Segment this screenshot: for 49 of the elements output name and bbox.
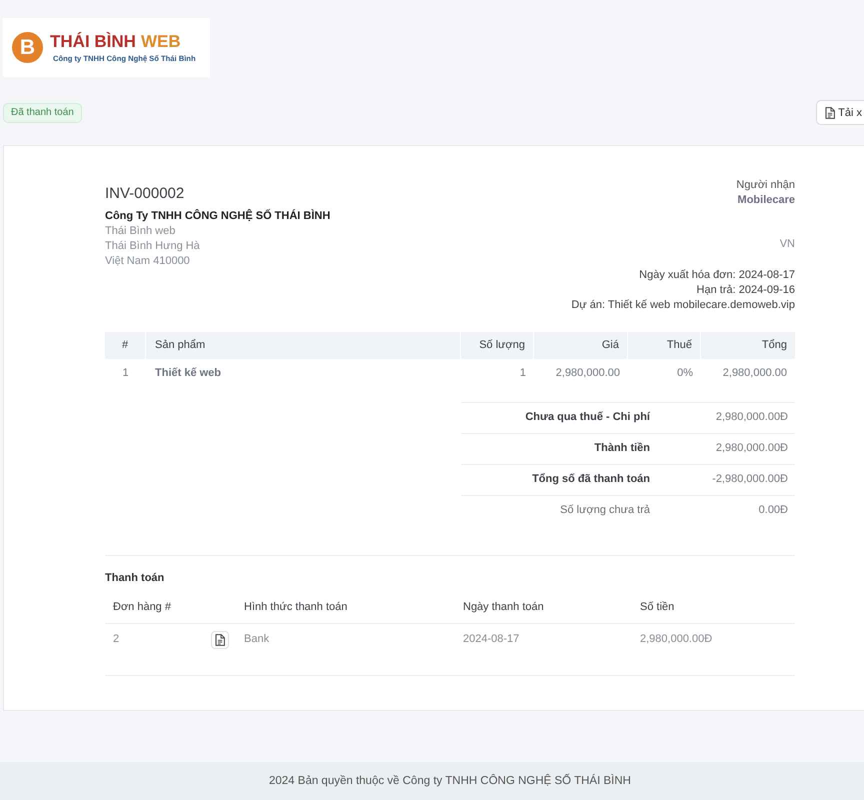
- logo-title: THÁI BÌNH: [50, 32, 136, 50]
- table-cell-text: 2,980,000.00: [554, 366, 621, 380]
- table-header-cell: Giá: [534, 332, 628, 358]
- address-line: Thái Bình Hưng Hà: [105, 239, 201, 254]
- table-cell-text: 2024-08-17: [462, 632, 520, 647]
- table-cell-text: Bank: [243, 632, 270, 647]
- table-cell-text: 1: [518, 366, 527, 380]
- table-cell-text: 0%: [676, 366, 694, 380]
- paid-status-badge: Đã thanh toán: [3, 102, 82, 122]
- table-header-cell-text: Ngày thanh toán: [462, 600, 545, 614]
- totals-label: Chưa qua thuế - Chi phí: [524, 410, 652, 425]
- document-button[interactable]: [211, 630, 229, 648]
- logo-mark: B: [12, 32, 43, 63]
- logo-title-accent: WEB: [140, 32, 181, 50]
- table-header-cell-text: Hình thức thanh toán: [243, 600, 348, 614]
- totals-value: 0.00Đ: [758, 503, 789, 518]
- table-header-cell: Sản phẩm: [146, 332, 461, 358]
- invoice-detail: Ngày xuất hóa đơn: 2024-08-17: [639, 268, 795, 282]
- table-header-cell: Thuế: [628, 332, 701, 358]
- table-cell-text: 2,980,000.00: [722, 366, 788, 380]
- section-title: Thanh toán: [105, 570, 166, 586]
- recipient-name: Mobilecare: [738, 193, 795, 208]
- table-cell-text: 1: [121, 366, 130, 380]
- invoice-detail: Dự án: Thiết kế web mobilecare.demoweb.vip: [571, 298, 795, 312]
- invoice-detail: Hạn trả: 2024-09-16: [696, 282, 795, 298]
- copyright-text: 2024 Bản quyền thuộc về Công ty TNHH CÔNG NGHỆ SỐ THÁI BÌNH: [269, 775, 631, 787]
- totals-value: 2,980,000.00Đ: [714, 410, 789, 425]
- table-cell-text: 2: [112, 632, 120, 647]
- totals-label: Thành tiền: [593, 441, 651, 456]
- document-icon: [215, 634, 225, 646]
- table-header-cell: #: [105, 332, 146, 358]
- totals-label: Số lượng chưa trả: [559, 503, 651, 518]
- address-line: Thái Bình web: [105, 224, 176, 239]
- document-icon: [825, 106, 836, 118]
- totals-label: Tổng số đã thanh toán: [531, 472, 651, 487]
- totals-value: 2,980,000.00Đ: [714, 441, 789, 456]
- totals-value: -2,980,000.00Đ: [711, 472, 789, 487]
- recipient-label: Người nhận: [736, 178, 795, 193]
- invoice-number: INV-000002: [105, 184, 186, 204]
- address-line: Việt Nam 410000: [105, 254, 191, 269]
- table-cell-text: Thiết kế web: [154, 366, 222, 380]
- table-header-cell: Số lượng: [461, 332, 534, 358]
- table-header-cell-text: Số tiền: [639, 600, 676, 614]
- table-header-cell-text: Đơn hàng #: [112, 600, 172, 614]
- table-header-cell-text: Tổng: [760, 338, 788, 352]
- table-cell-text: 2,980,000.00Đ: [639, 632, 714, 647]
- company-name: Công Ty TNHH CÔNG NGHỆ SỐ THÁI BÌNH: [105, 209, 330, 224]
- recipient-country: VN: [780, 237, 795, 252]
- download-button[interactable]: Tải x: [816, 100, 864, 125]
